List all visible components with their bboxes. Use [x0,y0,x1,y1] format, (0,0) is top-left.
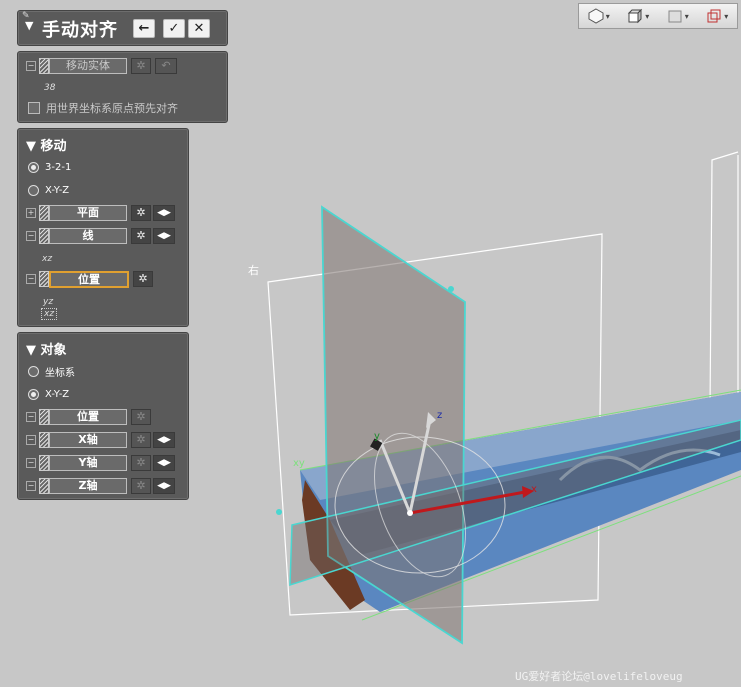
x-axis-row: − X轴 ✲ ◀▶ [26,431,175,449]
plane-row: + 平面 ✲ ◀▶ [26,204,175,222]
close-button[interactable]: ✕ [188,19,210,38]
radio-obj-xyz[interactable] [28,388,39,400]
object-section-heading[interactable]: ▼ 对象 [26,339,67,358]
cube-icon [628,8,643,24]
collapse-icon[interactable]: − [26,481,36,491]
back-arrow-icon: ← [138,21,150,36]
collapse-icon[interactable]: − [26,231,36,241]
snowflake-icon[interactable]: ✲ [131,58,151,74]
clip-view-button[interactable]: ▾ [706,8,728,24]
ok-button[interactable]: ✓ [163,19,185,38]
z-axis-field[interactable]: Z轴 [49,478,127,494]
z-axis-row: − Z轴 ✲ ◀▶ [26,477,175,495]
position-sub-xz[interactable]: xz [41,308,58,320]
line-row: − 线 ✲ ◀▶ [26,227,175,245]
radio-obj-xyz-label: X-Y-Z [45,388,70,400]
y-axis-field[interactable]: Y轴 [49,455,127,471]
double-arrow-icon[interactable]: ◀▶ [153,228,175,244]
collapse-triangle-icon: ▼ [26,139,41,154]
hatch-icon [39,409,49,425]
collapse-triangle-icon: ▼ [26,343,41,358]
snowflake-icon[interactable]: ✲ [131,455,151,471]
move-body-panel: − 移动实体 ✲ ↶ 38 用世界坐标系原点预先对齐 [17,51,228,123]
double-arrow-icon[interactable]: ◀▶ [153,432,175,448]
hatch-icon [39,271,49,287]
dialog-title-bar: ✎ ▼ 手动对齐 ← ✓ ✕ [17,10,228,46]
hatch-icon [39,205,49,221]
collapse-icon[interactable]: − [26,274,36,284]
snowflake-icon[interactable]: ✲ [131,205,151,221]
z-axis-label: z [437,410,443,421]
line-field[interactable]: 线 [49,228,127,244]
background-button[interactable]: ▾ [667,8,689,24]
collapse-icon[interactable]: − [26,458,36,468]
shaded-view-button[interactable]: ▾ [627,8,649,24]
view-style-button[interactable]: ▾ [588,8,610,24]
radio-xyz[interactable] [28,184,39,196]
hatch-icon [39,228,49,244]
y-axis-row: − Y轴 ✲ ◀▶ [26,454,175,472]
world-csys-row[interactable]: 用世界坐标系原点预先对齐 [26,99,178,117]
move-section-heading[interactable]: ▼ 移动 [26,135,67,154]
move-section-panel: ▼ 移动 3-2-1 X-Y-Z + 平面 ✲ ◀▶ − 线 ✲ ◀▶ xz −… [17,128,189,327]
background-icon [668,10,682,23]
double-arrow-icon[interactable]: ◀▶ [153,478,175,494]
radio-xyz-row[interactable]: X-Y-Z [26,181,69,199]
close-icon: ✕ [193,21,205,36]
radio-321-label: 3-2-1 [45,161,72,173]
hatch-icon [39,58,49,74]
far-plane-outline [709,151,739,411]
snowflake-icon[interactable]: ✲ [133,271,153,287]
wireframe-cube-icon [707,9,721,23]
y-axis-label: y [374,431,380,442]
double-arrow-icon[interactable]: ◀▶ [153,455,175,471]
undo-icon[interactable]: ↶ [155,58,177,74]
view-style-icon [588,8,604,24]
snowflake-icon[interactable]: ✲ [131,409,151,425]
collapse-icon[interactable]: − [26,61,36,71]
radio-csys-row[interactable]: 坐标系 [26,362,75,380]
position-sub-yz: yz [43,297,54,307]
world-csys-checkbox[interactable] [28,102,40,114]
move-body-field[interactable]: 移动实体 [49,58,127,74]
radio-csys[interactable] [28,365,39,377]
dialog-title: 手动对齐 [42,20,118,41]
obj-position-field[interactable]: 位置 [49,409,127,425]
position-field[interactable]: 位置 [49,270,129,288]
view-label-right: 右 [248,264,259,277]
back-button[interactable]: ← [133,19,155,38]
move-body-value: 38 [44,83,56,93]
world-csys-label: 用世界坐标系原点预先对齐 [46,102,178,115]
check-icon: ✓ [168,21,180,36]
radio-csys-label: 坐标系 [45,367,75,379]
position-row: − 位置 ✲ [26,270,153,288]
xy-plane-label: xy [293,458,305,469]
x-axis-field[interactable]: X轴 [49,432,127,448]
watermark-text: UG爱好者论坛@lovelifeloveug [515,670,683,683]
move-body-row: − 移动实体 ✲ ↶ [26,57,177,75]
view-toolbar: ▾ ▾ ▾ ▾ [578,3,738,29]
double-arrow-icon[interactable]: ◀▶ [153,205,175,221]
hatch-icon [39,455,49,471]
radio-obj-xyz-row[interactable]: X-Y-Z [26,385,69,403]
object-section-panel: ▼ 对象 坐标系 X-Y-Z − 位置 ✲ − X轴 ✲ ◀▶ − Y轴 ✲ ◀… [17,332,189,500]
expand-icon[interactable]: + [26,208,36,218]
collapse-triangle-icon[interactable]: ▼ [25,19,33,32]
radio-321[interactable] [28,161,39,173]
line-sub-label: xz [42,254,53,264]
snowflake-icon[interactable]: ✲ [131,432,151,448]
plane-field[interactable]: 平面 [49,205,127,221]
hatch-icon [39,432,49,448]
x-axis-label: x [531,484,537,495]
collapse-icon[interactable]: − [26,435,36,445]
snowflake-icon[interactable]: ✲ [131,228,151,244]
obj-position-row: − 位置 ✲ [26,408,151,426]
collapse-icon[interactable]: − [26,412,36,422]
radio-321-row[interactable]: 3-2-1 [26,158,71,176]
hatch-icon [39,478,49,494]
radio-xyz-label: X-Y-Z [45,184,70,196]
snowflake-icon[interactable]: ✲ [131,478,151,494]
